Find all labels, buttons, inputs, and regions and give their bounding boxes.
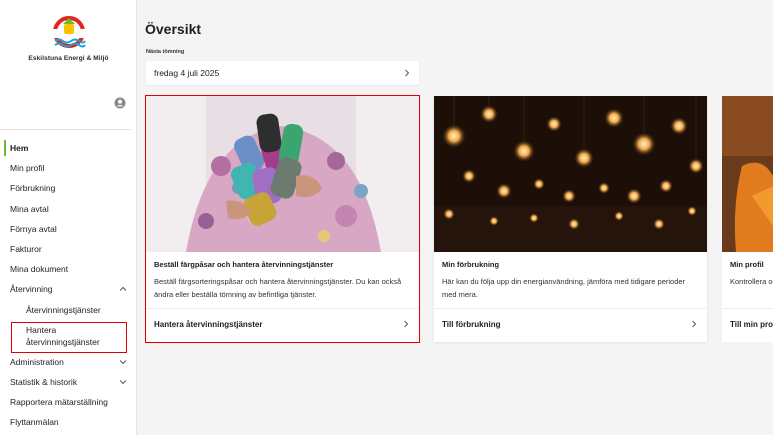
page-title: Översikt xyxy=(145,21,202,37)
sidebar-item-label: Flyttanmälan xyxy=(10,417,59,428)
card-title: Min förbrukning xyxy=(442,260,500,269)
sidebar-item-fornya-avtal[interactable]: Förnya avtal xyxy=(0,219,137,239)
card-forbrukning[interactable]: Min förbrukning Här kan du följa upp din… xyxy=(434,96,707,342)
warm-light-bulbs-photo xyxy=(434,96,707,252)
sidebar-item-rapportera-matarstallning[interactable]: Rapportera mätarställning xyxy=(0,392,137,412)
card-description: Beställ färgsorteringspåsar och hantera … xyxy=(154,277,402,299)
sidebar-item-statistik-historik[interactable]: Statistik & historik xyxy=(0,372,137,392)
card-link[interactable]: Hantera återvinningstjänster xyxy=(154,320,262,329)
sidebar-divider xyxy=(0,129,131,130)
next-emptying-label: Nästa tömning xyxy=(146,49,185,55)
sidebar-item-label: Fakturor xyxy=(10,244,42,255)
next-emptying-card[interactable]: fredag 4 juli 2025 xyxy=(146,61,419,85)
sidebar: Eskilstuna Energi & Miljö Hem Min profil… xyxy=(0,0,137,435)
chevron-down-icon xyxy=(119,380,127,385)
sidebar-item-label: Rapportera mätarställning xyxy=(10,397,108,408)
card-title: Min profil xyxy=(730,260,764,269)
sidebar-item-label: Hem xyxy=(10,143,29,154)
next-emptying-date: fredag 4 juli 2025 xyxy=(154,68,220,78)
sidebar-item-label: Mina avtal xyxy=(10,203,49,214)
sidebar-item-label: Min profil xyxy=(10,163,45,174)
sidebar-item-label: Hantera återvinningstjänster xyxy=(26,324,100,347)
sidebar-item-hem[interactable]: Hem xyxy=(0,138,137,158)
chevron-up-icon xyxy=(119,287,127,292)
card-description: Här kan du följa upp din energianvändnin… xyxy=(442,277,686,299)
user-circle-icon[interactable] xyxy=(114,97,126,109)
sidebar-item-mina-dokument[interactable]: Mina dokument xyxy=(0,259,137,279)
card-link[interactable]: Till förbrukning xyxy=(442,320,501,329)
card-title: Beställ färgpåsar och hantera återvinnin… xyxy=(154,260,334,269)
brand-name: Eskilstuna Energi & Miljö xyxy=(28,55,109,62)
sidebar-item-label: Förnya avtal xyxy=(10,223,57,234)
card-divider xyxy=(434,308,707,309)
sidebar-nav: Hem Min profil Förbrukning Mina avtal Fö… xyxy=(0,138,137,432)
card-link[interactable]: Till min profil xyxy=(730,320,773,329)
card-atervinning[interactable]: Beställ färgpåsar och hantera återvinnin… xyxy=(145,95,420,343)
card-divider xyxy=(146,308,419,309)
sidebar-item-atervinning[interactable]: Återvinning xyxy=(0,279,137,299)
sidebar-item-label: Återvinningstjänster xyxy=(26,304,101,315)
chevron-right-icon xyxy=(692,320,697,328)
card-divider xyxy=(722,308,773,309)
sidebar-item-forbrukning[interactable]: Förbrukning xyxy=(0,178,137,198)
colored-recycling-bags-photo xyxy=(146,96,419,252)
sidebar-item-label: Mina dokument xyxy=(10,264,69,275)
sidebar-item-atervinningstjanster[interactable]: Återvinningstjänster xyxy=(0,300,137,320)
profile-photo xyxy=(722,96,773,252)
chevron-right-icon xyxy=(405,69,410,77)
sidebar-item-hantera-atervinningstjanster[interactable]: Hantera återvinningstjänster xyxy=(0,320,137,352)
sidebar-item-label: Statistik & historik xyxy=(10,376,78,387)
card-description: Kontrollera och uppdatera dina uppgifter… xyxy=(730,277,773,286)
sidebar-item-mina-avtal[interactable]: Mina avtal xyxy=(0,199,137,219)
chevron-down-icon xyxy=(119,359,127,364)
brand-logo[interactable]: Eskilstuna Energi & Miljö xyxy=(0,15,137,62)
chevron-right-icon xyxy=(404,320,409,328)
sidebar-item-label: Förbrukning xyxy=(10,183,56,194)
sidebar-item-label: Administration xyxy=(10,356,64,367)
sidebar-item-min-profil[interactable]: Min profil xyxy=(0,158,137,178)
card-min-profil[interactable]: Min profil Kontrollera och uppdatera din… xyxy=(722,96,773,342)
eem-logo-icon xyxy=(52,16,86,48)
sidebar-item-flyttanmalan[interactable]: Flyttanmälan xyxy=(0,412,137,432)
sidebar-item-fakturor[interactable]: Fakturor xyxy=(0,239,137,259)
sidebar-item-administration[interactable]: Administration xyxy=(0,352,137,372)
sidebar-item-label: Återvinning xyxy=(10,284,53,295)
